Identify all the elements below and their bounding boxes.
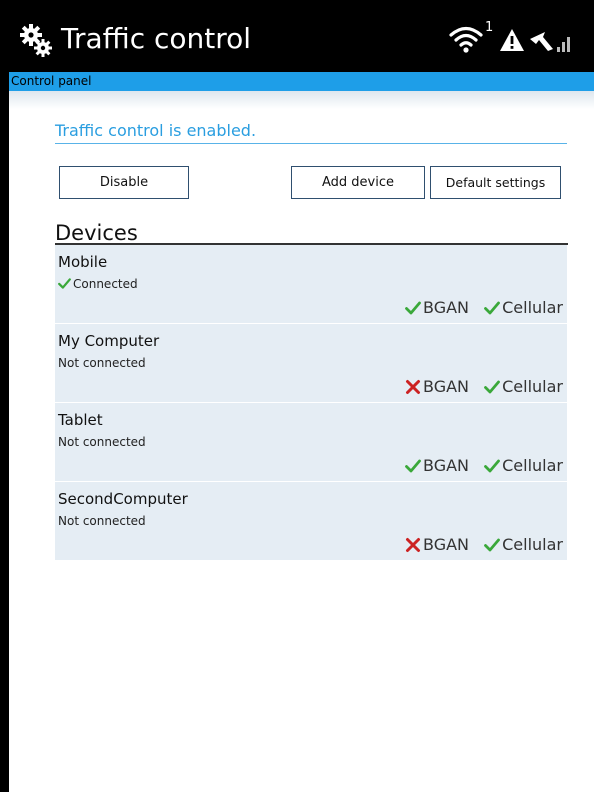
device-status: Not connected bbox=[58, 435, 146, 449]
app-window: Traffic control 1 Control panel Traffic … bbox=[9, 9, 594, 792]
device-row[interactable]: Tablet Not connected BGAN Cellular bbox=[55, 403, 567, 482]
bgan-link: BGAN bbox=[405, 297, 469, 319]
disable-button[interactable]: Disable bbox=[59, 166, 189, 199]
check-icon bbox=[484, 377, 502, 396]
cellular-link: Cellular bbox=[484, 297, 563, 319]
device-status: Connected bbox=[58, 276, 138, 292]
device-name: My Computer bbox=[58, 332, 160, 350]
breadcrumb-bar: Control panel bbox=[9, 72, 594, 91]
warning-icon bbox=[500, 29, 524, 51]
gears-icon bbox=[20, 24, 52, 57]
device-name: SecondComputer bbox=[58, 490, 188, 508]
device-list: Mobile Connected BGAN Cellular My Comput… bbox=[55, 245, 567, 561]
wifi-icon bbox=[449, 26, 483, 53]
header-shadow bbox=[9, 91, 594, 109]
cellular-link: Cellular bbox=[484, 376, 563, 398]
breadcrumb[interactable]: Control panel bbox=[11, 73, 91, 89]
check-icon bbox=[405, 298, 423, 317]
check-icon bbox=[484, 298, 502, 317]
device-links: BGAN Cellular bbox=[395, 376, 563, 398]
app-title: Traffic control bbox=[61, 22, 252, 55]
check-icon bbox=[405, 456, 423, 475]
cross-icon bbox=[405, 377, 423, 396]
default-settings-button[interactable]: Default settings bbox=[430, 166, 561, 199]
check-icon bbox=[484, 456, 502, 475]
device-name: Mobile bbox=[58, 253, 108, 271]
cross-icon bbox=[405, 535, 423, 554]
bgan-link: BGAN bbox=[405, 376, 469, 398]
device-name: Tablet bbox=[58, 411, 103, 429]
cellular-link: Cellular bbox=[484, 455, 563, 477]
title-bar: Traffic control 1 bbox=[9, 9, 594, 72]
check-icon bbox=[484, 535, 502, 554]
status-divider bbox=[55, 143, 567, 144]
device-links: BGAN Cellular bbox=[395, 455, 563, 477]
status-message: Traffic control is enabled. bbox=[55, 121, 257, 140]
device-status: Not connected bbox=[58, 356, 146, 370]
device-links: BGAN Cellular bbox=[395, 297, 563, 319]
device-row[interactable]: SecondComputer Not connected BGAN Cellul… bbox=[55, 482, 567, 561]
bgan-link: BGAN bbox=[405, 455, 469, 477]
device-row[interactable]: My Computer Not connected BGAN Cellular bbox=[55, 324, 567, 403]
signal-arrow-icon bbox=[530, 32, 553, 51]
bgan-link: BGAN bbox=[405, 534, 469, 556]
wifi-badge: 1 bbox=[485, 20, 494, 35]
device-links: BGAN Cellular bbox=[395, 534, 563, 556]
check-icon bbox=[58, 277, 73, 291]
add-device-button[interactable]: Add device bbox=[291, 166, 425, 199]
signal-bars-icon bbox=[557, 37, 570, 52]
device-row[interactable]: Mobile Connected BGAN Cellular bbox=[55, 245, 567, 324]
cellular-link: Cellular bbox=[484, 534, 563, 556]
device-status: Not connected bbox=[58, 514, 146, 528]
